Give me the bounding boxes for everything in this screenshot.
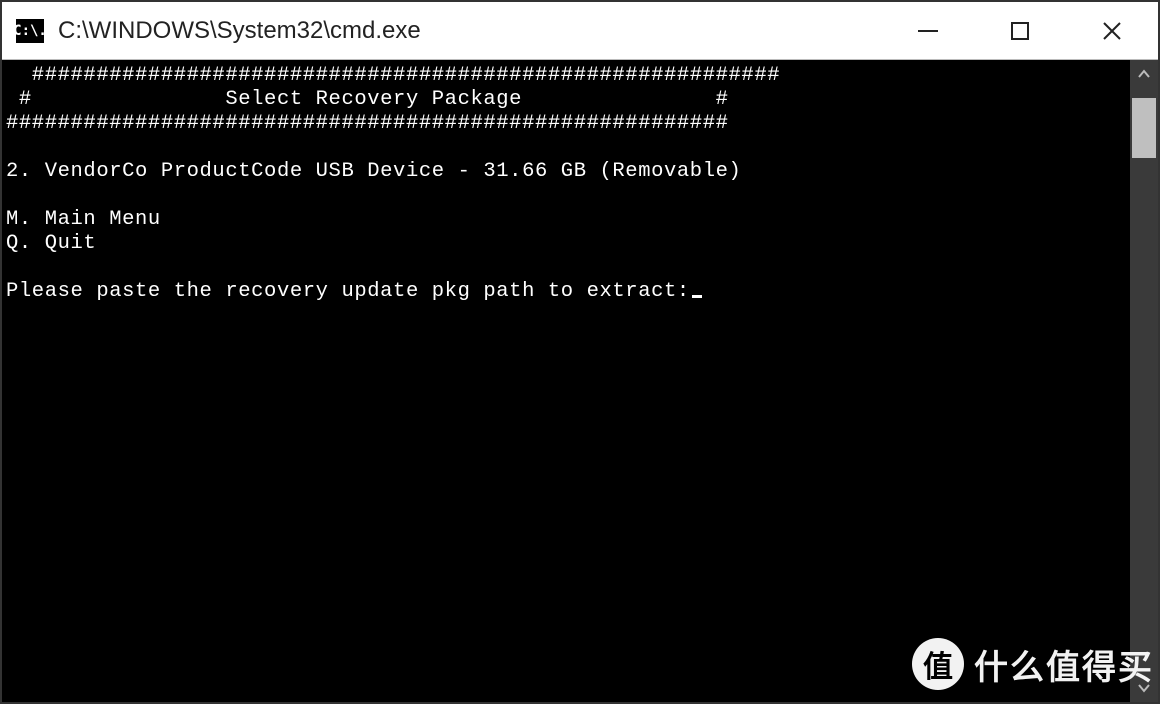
menu-quit: Q. Quit: [6, 232, 96, 255]
scroll-up-button[interactable]: [1130, 60, 1158, 88]
border-bottom: ########################################…: [6, 112, 729, 135]
heading-line: # Select Recovery Package #: [6, 88, 729, 111]
cmd-icon-label: C:\.: [13, 23, 47, 39]
minimize-icon: [915, 18, 941, 44]
close-button[interactable]: [1066, 2, 1158, 59]
chevron-down-icon: [1136, 680, 1152, 696]
vertical-scrollbar[interactable]: [1130, 60, 1158, 702]
prompt-line: Please paste the recovery update pkg pat…: [6, 280, 690, 303]
window-controls: [882, 2, 1158, 59]
maximize-button[interactable]: [974, 2, 1066, 59]
cmd-window: C:\. C:\WINDOWS\System32\cmd.exe #######…: [0, 0, 1160, 704]
terminal-output[interactable]: ########################################…: [2, 60, 1130, 702]
scroll-track[interactable]: [1130, 88, 1158, 674]
scroll-thumb[interactable]: [1132, 98, 1156, 158]
cmd-icon: C:\.: [16, 19, 44, 43]
window-title: C:\WINDOWS\System32\cmd.exe: [58, 17, 882, 45]
chevron-up-icon: [1136, 66, 1152, 82]
minimize-button[interactable]: [882, 2, 974, 59]
close-icon: [1099, 18, 1125, 44]
device-line: 2. VendorCo ProductCode USB Device - 31.…: [6, 160, 741, 183]
border-top: ########################################…: [6, 64, 780, 87]
menu-main: M. Main Menu: [6, 208, 161, 231]
scroll-down-button[interactable]: [1130, 674, 1158, 702]
maximize-icon: [1007, 18, 1033, 44]
cursor: [692, 295, 702, 298]
client-area: ########################################…: [2, 60, 1158, 702]
titlebar[interactable]: C:\. C:\WINDOWS\System32\cmd.exe: [2, 2, 1158, 60]
